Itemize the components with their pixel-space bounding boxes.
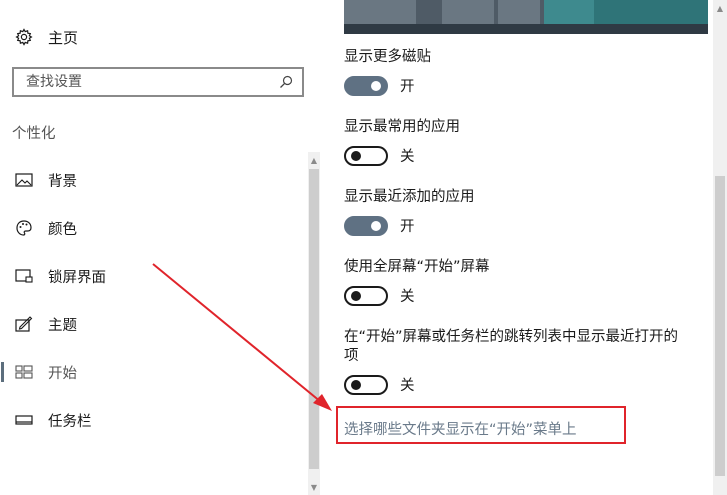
preview-tile: [498, 0, 540, 24]
settings-nav: 主页 个性化 背景 颜色 锁屏界面: [0, 0, 322, 495]
preview-photo: [594, 0, 708, 24]
sidebar-item-label: 主题: [48, 317, 77, 334]
setting-recently-added: 显示最近添加的应用 开: [344, 188, 475, 236]
theme-icon: [14, 314, 34, 334]
setting-recent-items: 在“开始”屏幕或任务栏的跳转列表中显示最近打开的 项 关: [344, 328, 678, 395]
recently-added-toggle[interactable]: [344, 215, 388, 236]
preview-tile: [344, 0, 416, 24]
search-icon[interactable]: [274, 70, 298, 94]
setting-title-line2: 项: [344, 348, 359, 364]
sidebar-item-label: 颜色: [48, 221, 77, 238]
sidebar-item-themes[interactable]: 主题: [0, 300, 308, 348]
preview-tile: [442, 0, 494, 24]
scroll-up-icon[interactable]: ▲: [308, 154, 320, 166]
start-icon: [14, 362, 34, 382]
more-tiles-toggle[interactable]: [344, 75, 388, 96]
scroll-up-icon[interactable]: ▲: [714, 2, 726, 14]
toggle-state-label: 关: [400, 289, 415, 305]
home-item[interactable]: 主页: [14, 25, 78, 49]
sidebar-item-lock-screen[interactable]: 锁屏界面: [0, 252, 308, 300]
nav-list: 背景 颜色 锁屏界面 主题 开始 任务栏: [0, 156, 308, 444]
home-label: 主页: [48, 28, 79, 47]
sidebar-item-start[interactable]: 开始: [0, 348, 308, 396]
setting-title: 显示最常用的应用: [344, 119, 460, 135]
start-preview-image: [344, 0, 708, 34]
toggle-state-label: 关: [400, 378, 415, 394]
search-box: [12, 67, 304, 97]
recent-items-toggle[interactable]: [344, 374, 388, 395]
sidebar-item-label: 开始: [48, 365, 77, 382]
sidebar-item-label: 任务栏: [48, 413, 92, 430]
setting-most-used: 显示最常用的应用 关: [344, 118, 460, 166]
lock-screen-icon: [14, 266, 34, 286]
sidebar-item-label: 背景: [48, 173, 77, 190]
scroll-down-icon[interactable]: ▼: [308, 481, 320, 493]
setting-full-screen-start: 使用全屏幕“开始”屏幕 关: [344, 258, 490, 306]
preview-taskbar: [344, 24, 708, 34]
full-screen-toggle[interactable]: [344, 285, 388, 306]
sidebar-item-taskbar[interactable]: 任务栏: [0, 396, 308, 444]
start-settings-content: 显示更多磁贴 开 显示最常用的应用 关 显示最近添加的应用 开 使用全屏幕“开始…: [322, 0, 727, 495]
most-used-toggle[interactable]: [344, 145, 388, 166]
nav-scrollbar-thumb[interactable]: [309, 169, 319, 469]
gear-icon: [14, 27, 34, 47]
taskbar-icon: [14, 410, 34, 430]
section-title: 个性化: [12, 126, 56, 142]
selection-indicator: [1, 362, 4, 382]
setting-title: 显示最近添加的应用: [344, 189, 475, 205]
setting-title-line1: 在“开始”屏幕或任务栏的跳转列表中显示最近打开的: [344, 329, 679, 345]
toggle-state-label: 开: [400, 79, 415, 95]
sidebar-item-colors[interactable]: 颜色: [0, 204, 308, 252]
content-scrollbar-thumb[interactable]: [715, 176, 725, 476]
sidebar-item-label: 锁屏界面: [48, 269, 106, 286]
picture-icon: [14, 170, 34, 190]
setting-title: 显示更多磁贴: [344, 49, 431, 65]
nav-scrollbar[interactable]: ▲ ▼: [308, 152, 320, 495]
palette-icon: [14, 218, 34, 238]
setting-title: 使用全屏幕“开始”屏幕: [344, 259, 490, 275]
setting-more-tiles: 显示更多磁贴 开: [344, 48, 431, 96]
choose-folders-link[interactable]: 选择哪些文件夹显示在“开始”菜单上: [344, 418, 577, 439]
toggle-state-label: 关: [400, 149, 415, 165]
content-scrollbar[interactable]: ▲: [713, 0, 727, 495]
search-input[interactable]: [24, 69, 274, 95]
sidebar-item-background[interactable]: 背景: [0, 156, 308, 204]
toggle-state-label: 开: [400, 219, 415, 235]
